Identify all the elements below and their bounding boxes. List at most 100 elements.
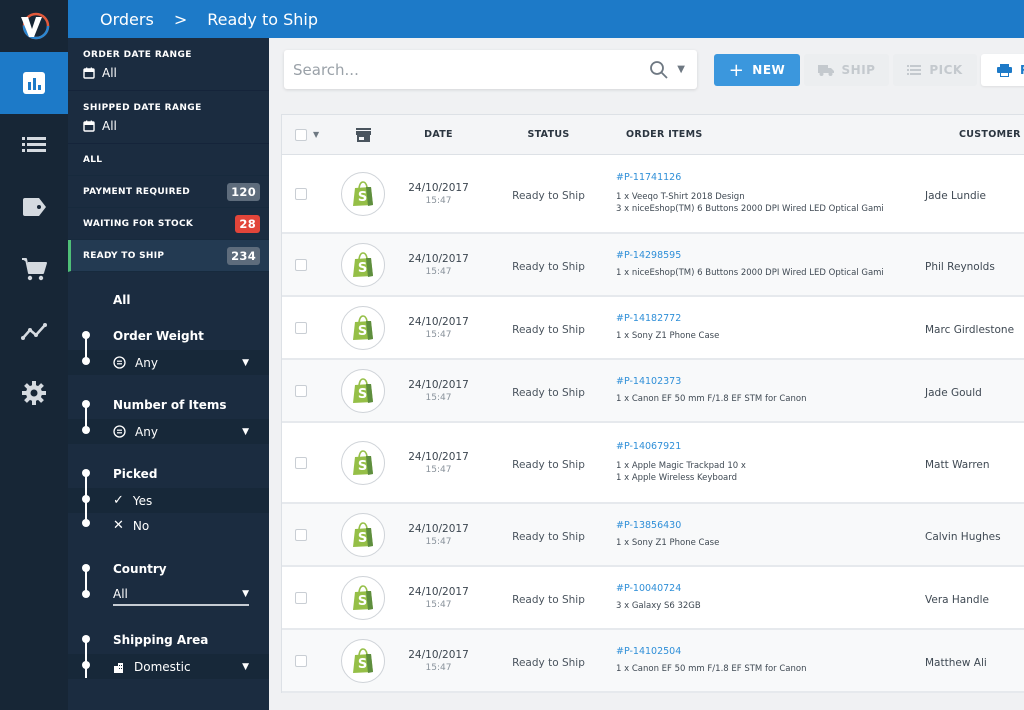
status-filter-payment-required[interactable]: PAYMENT REQUIRED 120 [68,176,269,208]
table-row[interactable]: S 24/10/2017 15:47 Ready to Ship #P-1004… [282,567,1024,630]
nav-orders[interactable] [0,114,68,176]
order-time: 15:47 [425,392,452,403]
search-input[interactable] [293,60,650,79]
order-status: Ready to Ship [512,261,585,273]
order-date: 24/10/2017 [408,450,469,463]
table-row[interactable]: S 24/10/2017 15:47 Ready to Ship #P-1406… [282,423,1024,504]
filter-dot [82,564,90,572]
status-label: PAYMENT REQUIRED [83,186,191,197]
table-body: S 24/10/2017 15:47 Ready to Ship #P-1174… [282,155,1024,693]
customer-name[interactable]: Calvin Hughes [925,531,1001,543]
print-button[interactable]: P [981,54,1024,86]
select-all-checkbox[interactable] [295,128,307,141]
svg-text:S: S [358,324,367,339]
status-label: WAITING FOR STOCK [83,218,194,229]
svg-text:S: S [358,459,367,474]
filter-dot [82,661,90,669]
filter-dot [82,495,90,503]
row-checkbox[interactable] [295,321,307,334]
pick-button-label: PICK [929,63,963,77]
order-id-link[interactable]: #P-13856430 [616,520,921,531]
order-weight-value: Any [135,355,158,370]
column-date[interactable]: DATE [386,129,491,140]
customer-name[interactable]: Matthew Ali [925,657,987,669]
nav-products[interactable] [0,176,68,238]
column-order-items[interactable]: ORDER ITEMS [606,129,921,140]
row-checkbox[interactable] [295,384,307,397]
number-of-items-select[interactable]: Any ▼ [68,419,269,444]
customer-name[interactable]: Matt Warren [925,459,990,471]
chart-icon [23,72,45,94]
status-filter-ready-to-ship[interactable]: READY TO SHIP 234 [68,240,269,272]
all-filter[interactable]: All [68,286,269,314]
status-label: ALL [83,154,103,165]
order-weight-select[interactable]: Any ▼ [68,350,269,375]
ship-button[interactable]: SHIP [804,54,889,86]
orders-table: ▼ DATE STATUS ORDER ITEMS CUSTOMER S 24/… [281,114,1024,693]
veeqo-logo[interactable] [0,0,68,52]
picked-no-label: No [132,518,150,533]
order-item-line: 1 x Sony Z1 Phone Case [616,331,720,341]
customer-name[interactable]: Marc Girdlestone [925,324,1014,336]
country-value: All [113,587,128,601]
row-checkbox[interactable] [295,187,307,200]
customer-name[interactable]: Phil Reynolds [925,261,995,273]
nav-dashboard[interactable] [0,52,68,114]
order-id-link[interactable]: #P-14102373 [616,376,921,387]
order-date: 24/10/2017 [408,315,469,328]
select-options-chevron-icon[interactable]: ▼ [313,130,319,139]
country-select[interactable]: All ▼ [113,587,249,606]
row-checkbox[interactable] [295,258,307,271]
status-filter-all[interactable]: ALL [68,144,269,176]
status-filter-waiting-for-stock[interactable]: WAITING FOR STOCK 28 [68,208,269,240]
analytics-icon [21,323,47,340]
customer-name[interactable]: Jade Lundie [925,190,986,202]
customer-name[interactable]: Jade Gould [925,387,982,399]
order-weight-title: Order Weight [113,329,204,343]
search-icon[interactable] [649,60,669,80]
number-of-items-title: Number of Items [113,398,227,412]
table-row[interactable]: S 24/10/2017 15:47 Ready to Ship #P-1410… [282,360,1024,423]
order-id-link[interactable]: #P-11741126 [616,172,921,183]
picked-option-no[interactable]: ✕ No [68,513,269,538]
table-row[interactable]: S 24/10/2017 15:47 Ready to Ship #P-1174… [282,155,1024,234]
row-checkbox[interactable] [295,456,307,469]
breadcrumb-orders[interactable]: Orders [100,10,154,29]
order-date-range-filter[interactable]: ORDER DATE RANGE All [68,38,269,91]
row-checkbox[interactable] [295,654,307,667]
order-id-link[interactable]: #P-14298595 [616,250,921,261]
shipped-date-range-value: All [102,119,117,133]
order-status: Ready to Ship [512,324,585,336]
pick-button[interactable]: PICK [893,54,977,86]
nav-settings[interactable] [0,362,68,424]
customer-name[interactable]: Vera Handle [925,594,989,606]
nav-reports[interactable] [0,300,68,362]
picked-option-yes[interactable]: ✓ Yes [68,488,269,513]
row-checkbox[interactable] [295,591,307,604]
table-row[interactable]: S 24/10/2017 15:47 Ready to Ship #P-1385… [282,504,1024,567]
svg-text:S: S [358,261,367,276]
order-id-link[interactable]: #P-14067921 [616,441,921,452]
main-content: ▼ + NEW SHIP PICK P ▼ DATE STATUS ORDER … [269,38,1024,710]
shopify-channel-icon: S [341,171,385,216]
nav-purchasing[interactable] [0,238,68,300]
column-customer[interactable]: CUSTOMER [921,129,1024,140]
shipped-date-range-filter[interactable]: SHIPPED DATE RANGE All [68,91,269,144]
row-checkbox[interactable] [295,528,307,541]
chevron-down-icon: ▼ [242,426,249,437]
truck-icon [817,64,834,76]
filter-track [85,638,87,678]
tag-icon [23,198,46,216]
shipping-area-select[interactable]: Domestic ▼ [68,654,269,679]
new-order-button[interactable]: + NEW [714,54,800,86]
store-icon [355,127,371,142]
table-row[interactable]: S 24/10/2017 15:47 Ready to Ship #P-1418… [282,297,1024,360]
table-row[interactable]: S 24/10/2017 15:47 Ready to Ship #P-1429… [282,234,1024,297]
search-options-chevron-icon[interactable]: ▼ [677,64,685,75]
all-filter-label: All [113,293,131,307]
table-row[interactable]: S 24/10/2017 15:47 Ready to Ship #P-1410… [282,630,1024,693]
order-id-link[interactable]: #P-10040724 [616,583,921,594]
order-id-link[interactable]: #P-14182772 [616,313,921,324]
column-status[interactable]: STATUS [491,129,606,140]
order-id-link[interactable]: #P-14102504 [616,646,921,657]
